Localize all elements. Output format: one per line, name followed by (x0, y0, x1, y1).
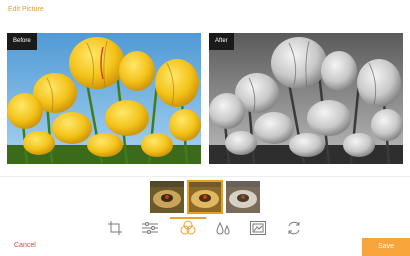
after-preview: After (209, 33, 403, 164)
before-label: Before (7, 33, 37, 50)
filter-thumb-warm[interactable] (150, 181, 184, 213)
adjust-sliders-icon (142, 222, 158, 234)
filters-icon (180, 220, 196, 235)
tulips-grayscale-image (209, 33, 403, 164)
drops-icon (216, 221, 230, 235)
filter-thumb-vintage[interactable] (187, 180, 223, 214)
drops-tool[interactable] (213, 219, 233, 237)
rotate-tool[interactable] (284, 219, 304, 237)
header: Edit Picture (0, 0, 410, 22)
after-label: After (209, 33, 234, 50)
active-tool-indicator (170, 217, 206, 219)
rotate-icon (288, 221, 300, 235)
filters-tool[interactable] (178, 219, 198, 237)
crop-tool[interactable] (105, 219, 125, 237)
image-frame-icon (250, 221, 266, 235)
filter-thumb-silver[interactable] (226, 181, 260, 213)
save-button[interactable]: Save (362, 238, 410, 256)
crop-icon (108, 221, 122, 235)
footer: Cancel Save (0, 238, 410, 256)
adjust-tool[interactable] (140, 219, 160, 237)
cancel-button[interactable]: Cancel (14, 242, 36, 249)
page-title: Edit Picture (8, 6, 44, 13)
tulips-color-image (7, 33, 201, 164)
filter-thumbnail-strip (0, 176, 410, 217)
before-preview: Before (7, 33, 201, 164)
frame-tool[interactable] (248, 219, 268, 237)
edit-toolbar (0, 217, 410, 238)
